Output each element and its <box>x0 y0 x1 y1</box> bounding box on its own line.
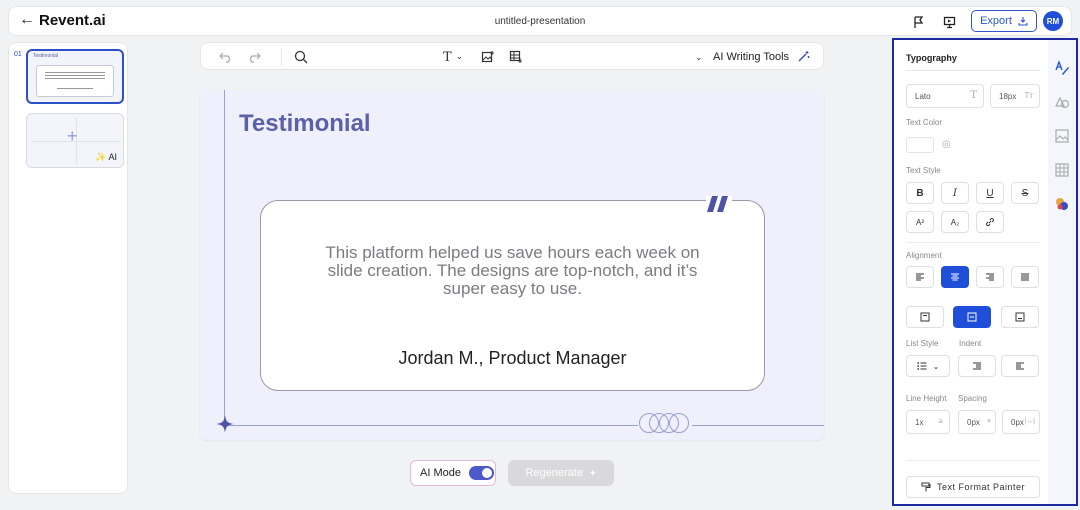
align-right-icon <box>986 273 994 281</box>
image-add-icon[interactable] <box>481 47 495 67</box>
align-left-button[interactable] <box>906 266 934 288</box>
palette-icon[interactable]: ◎ <box>942 139 951 150</box>
download-icon <box>1018 17 1028 26</box>
align-right-button[interactable] <box>976 266 1004 288</box>
valign-top-button[interactable] <box>906 306 944 328</box>
ai-sparkle-label: ✨ AI <box>95 152 117 162</box>
magic-wand-icon <box>798 51 810 62</box>
avatar[interactable]: RM <box>1043 11 1063 31</box>
link-icon <box>986 218 994 227</box>
decorative-rings-icon <box>638 412 692 434</box>
italic-button[interactable]: I <box>941 182 969 204</box>
bold-button[interactable]: B <box>906 182 934 204</box>
slide-title[interactable]: Testimonial <box>239 110 371 138</box>
sparkle-star-icon <box>216 415 234 433</box>
valign-middle-button[interactable] <box>953 306 991 328</box>
search-icon[interactable] <box>294 47 308 67</box>
chevron-down-icon: ⌄ <box>932 361 940 371</box>
editor-toolbar: T ⌄ ⌄ AI Writing Tools <box>200 42 824 70</box>
text-style-label: Text Style <box>906 166 941 175</box>
text-color-swatch[interactable] <box>906 137 934 153</box>
list-style-select[interactable]: ⌄ <box>906 355 950 377</box>
typography-tab-icon[interactable] <box>1054 60 1070 76</box>
line-height-input[interactable]: 1x ≡ <box>906 410 950 434</box>
indent-increase-icon <box>1016 362 1024 370</box>
slide-number: 01 <box>14 51 22 58</box>
underline-button[interactable]: U <box>976 182 1004 204</box>
export-label: Export <box>980 15 1012 27</box>
present-icon[interactable] <box>939 12 959 32</box>
font-size-input[interactable]: 18px Tᴛ <box>990 84 1040 108</box>
bullet-list-icon <box>916 362 927 370</box>
valign-bottom-button[interactable] <box>1001 306 1039 328</box>
table-add-icon[interactable] <box>509 47 523 67</box>
undo-icon[interactable] <box>219 47 233 67</box>
theme-tab-icon[interactable] <box>1054 196 1070 212</box>
chevron-down-icon[interactable]: ⌄ <box>695 47 703 67</box>
slide-thumbnail[interactable]: Testimonial <box>26 49 124 104</box>
text-color-label: Text Color <box>906 118 943 127</box>
decorative-vertical-line <box>224 90 225 426</box>
indent-decrease-icon <box>973 362 981 370</box>
alignment-label: Alignment <box>906 251 942 260</box>
ai-mode-label: AI Mode <box>420 467 461 479</box>
font-type-icon: T <box>970 90 977 101</box>
slides-panel: 01 Testimonial + ✨ AI <box>8 42 128 494</box>
ai-mode-toggle[interactable] <box>468 466 494 480</box>
valign-middle-icon <box>967 312 977 322</box>
letter-spacing-icon: ≡ <box>986 418 991 425</box>
image-tab-icon[interactable] <box>1054 128 1070 144</box>
spacing-label: Spacing <box>958 394 987 403</box>
letter-spacing-input[interactable]: 0px ≡ <box>958 410 996 434</box>
typography-panel: Typography Lato T 18px Tᴛ Text Color ◎ T… <box>892 38 1078 506</box>
quote-mark-icon <box>706 196 732 214</box>
indent-decrease-button[interactable] <box>958 355 996 377</box>
word-spacing-icon: |↔| <box>1024 418 1035 425</box>
valign-bottom-icon <box>1015 312 1025 322</box>
text-format-painter-button[interactable]: Text Format Painter <box>906 476 1040 498</box>
plus-icon: + <box>67 126 78 146</box>
panel-title: Typography <box>906 53 957 63</box>
strikethrough-button[interactable]: S <box>1011 182 1039 204</box>
add-slide-button[interactable]: + ✨ AI <box>26 113 124 168</box>
indent-increase-button[interactable] <box>1001 355 1039 377</box>
align-center-button[interactable] <box>941 266 969 288</box>
thumbnail-card <box>36 65 114 97</box>
align-left-icon <box>916 273 924 281</box>
link-button[interactable] <box>976 211 1004 233</box>
shapes-tab-icon[interactable] <box>1054 94 1070 110</box>
ai-writing-tools-button[interactable]: AI Writing Tools <box>713 50 810 63</box>
thumbnail-title: Testimonial <box>33 53 59 59</box>
align-justify-icon <box>1021 273 1029 281</box>
slide-canvas[interactable]: Testimonial This platform helped us save… <box>200 90 824 440</box>
top-bar: ← Revent.ai untitled-presentation Export… <box>8 6 1072 36</box>
table-tab-icon[interactable] <box>1054 162 1070 178</box>
testimonial-author[interactable]: Jordan M., Product Manager <box>260 348 765 369</box>
align-justify-button[interactable] <box>1011 266 1039 288</box>
ai-mode-control: AI Mode <box>410 460 496 486</box>
ai-writing-tools-label: AI Writing Tools <box>713 50 790 63</box>
line-height-icon: ≡ <box>938 417 943 426</box>
subscript-button[interactable]: A₂ <box>941 211 969 233</box>
testimonial-quote[interactable]: This platform helped us save hours each … <box>260 244 765 298</box>
list-style-label: List Style <box>906 339 939 348</box>
superscript-button[interactable]: A² <box>906 211 934 233</box>
regenerate-button[interactable]: Regenerate ✦ <box>508 460 614 486</box>
redo-icon[interactable] <box>247 47 261 67</box>
indent-label: Indent <box>959 339 982 348</box>
font-size-icon: Tᴛ <box>1024 91 1033 100</box>
word-spacing-input[interactable]: 0px |↔| <box>1002 410 1040 434</box>
flag-icon[interactable] <box>909 12 929 32</box>
text-tool-button[interactable]: T ⌄ <box>443 47 463 67</box>
line-height-label: Line Height <box>906 394 947 403</box>
font-family-select[interactable]: Lato T <box>906 84 984 108</box>
decorative-horizontal-line <box>224 425 824 426</box>
paint-roller-icon <box>921 482 931 492</box>
align-center-icon <box>951 273 959 281</box>
regenerate-label: Regenerate <box>525 467 583 479</box>
export-button[interactable]: Export <box>971 10 1037 32</box>
valign-top-icon <box>920 312 930 322</box>
sparkle-icon: ✦ <box>588 467 597 478</box>
panel-tab-rail <box>1048 40 1076 504</box>
